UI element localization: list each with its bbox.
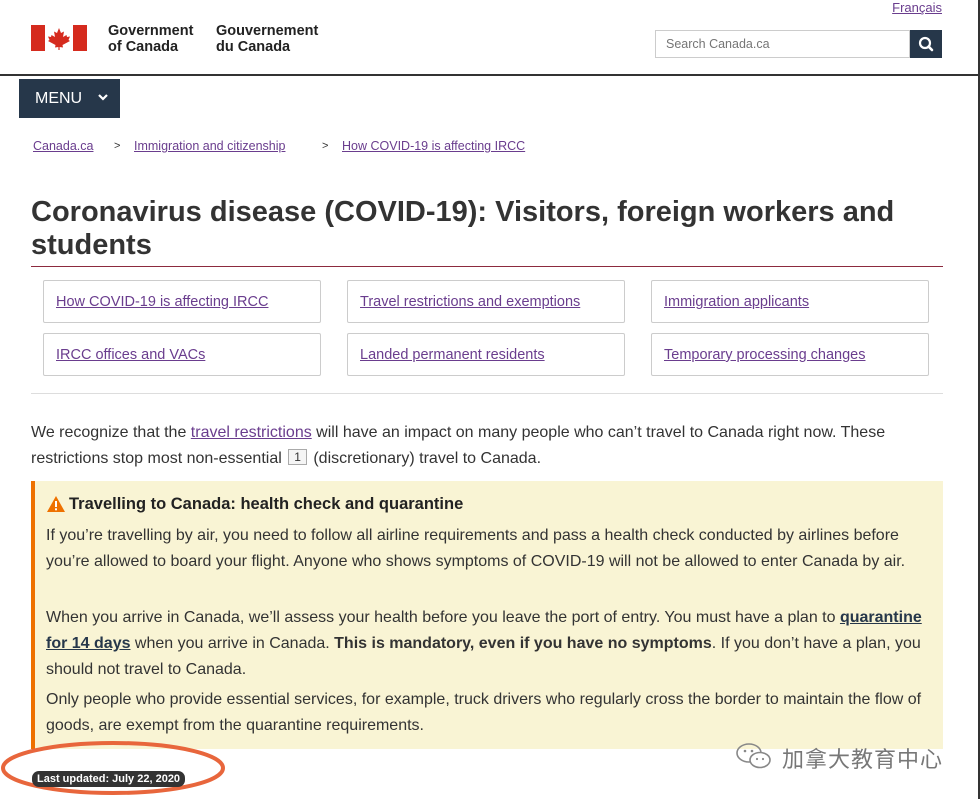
gov-en-line1: Government (108, 23, 194, 39)
alert-text: when you arrive in Canada. (130, 635, 335, 652)
alert-text: When you arrive in Canada, we’ll assess … (46, 609, 840, 626)
footnote-link[interactable]: 1 (288, 449, 307, 465)
last-updated-badge: Last updated: July 22, 2020 (32, 771, 186, 787)
government-of-canada-wordmark-fr: Gouvernement du Canada (216, 23, 318, 55)
link-card-label[interactable]: IRCC offices and VACs (56, 347, 205, 363)
link-card-travel-restrictions[interactable]: Travel restrictions and exemptions (347, 280, 625, 323)
page-title-line2: students (31, 229, 152, 261)
link-card-label[interactable]: Temporary processing changes (664, 347, 866, 363)
wechat-icon (736, 743, 771, 769)
link-card-landed-pr[interactable]: Landed permanent residents (347, 333, 625, 376)
gov-fr-line1: Gouvernement (216, 23, 319, 39)
intro-text: We recognize that the (31, 424, 191, 441)
canada-flag-logo (31, 25, 87, 51)
mandatory-notice: This is mandatory, even if you have no s… (334, 635, 712, 652)
link-card-immigration-applicants[interactable]: Immigration applicants (651, 280, 929, 323)
search-icon (918, 36, 934, 52)
breadcrumb-separator: > (322, 140, 329, 152)
breadcrumb-immigration-citizenship[interactable]: Immigration and citizenship (134, 139, 285, 153)
breadcrumb-covid-ircc[interactable]: How COVID-19 is affecting IRCC (342, 139, 525, 153)
link-card-temporary-processing[interactable]: Temporary processing changes (651, 333, 929, 376)
alert-paragraph-air: If you’re travelling by air, you need to… (46, 527, 906, 570)
header-divider (0, 74, 980, 76)
language-toggle-link[interactable]: Français (892, 0, 942, 15)
link-card-ircc-offices[interactable]: IRCC offices and VACs (43, 333, 321, 376)
section-divider (31, 393, 943, 394)
health-check-alert: Travelling to Canada: health check and q… (31, 481, 943, 749)
chevron-down-icon (98, 94, 108, 101)
title-underline (31, 266, 943, 267)
watermark-text: 加拿大教育中心 (782, 747, 944, 772)
link-card-covid-ircc[interactable]: How COVID-19 is affecting IRCC (43, 280, 321, 323)
menu-label: MENU (35, 89, 83, 107)
alert-paragraph-quarantine: When you arrive in Canada, we’ll assess … (46, 605, 936, 683)
intro-paragraph: We recognize that the travel restriction… (31, 420, 943, 472)
intro-text: (discretionary) travel to Canada. (308, 450, 542, 467)
breadcrumb-separator: > (114, 140, 121, 152)
link-card-label[interactable]: Travel restrictions and exemptions (360, 294, 580, 310)
gov-en-line2: of Canada (108, 39, 179, 55)
gov-fr-line2: du Canada (216, 39, 291, 55)
link-card-label[interactable]: Immigration applicants (664, 294, 809, 310)
breadcrumb-canada-ca[interactable]: Canada.ca (33, 139, 93, 153)
link-card-label[interactable]: How COVID-19 is affecting IRCC (56, 294, 268, 310)
alert-heading: Travelling to Canada: health check and q… (69, 495, 464, 513)
search-button[interactable] (910, 30, 942, 58)
page-title-line1: Coronavirus disease (COVID-19): Visitors… (31, 196, 895, 228)
link-card-label[interactable]: Landed permanent residents (360, 347, 545, 363)
government-of-canada-wordmark-en: Government of Canada (108, 23, 193, 55)
search-bar (655, 30, 942, 58)
warning-icon (47, 496, 65, 512)
alert-paragraph-exempt: Only people who provide essential servic… (46, 691, 922, 734)
page-title: Coronavirus disease (COVID-19): Visitors… (31, 196, 931, 262)
annotation-circle (1, 741, 225, 795)
search-input[interactable] (655, 30, 910, 58)
menu-button[interactable]: MENU (19, 79, 120, 118)
travel-restrictions-link[interactable]: travel restrictions (191, 424, 312, 441)
